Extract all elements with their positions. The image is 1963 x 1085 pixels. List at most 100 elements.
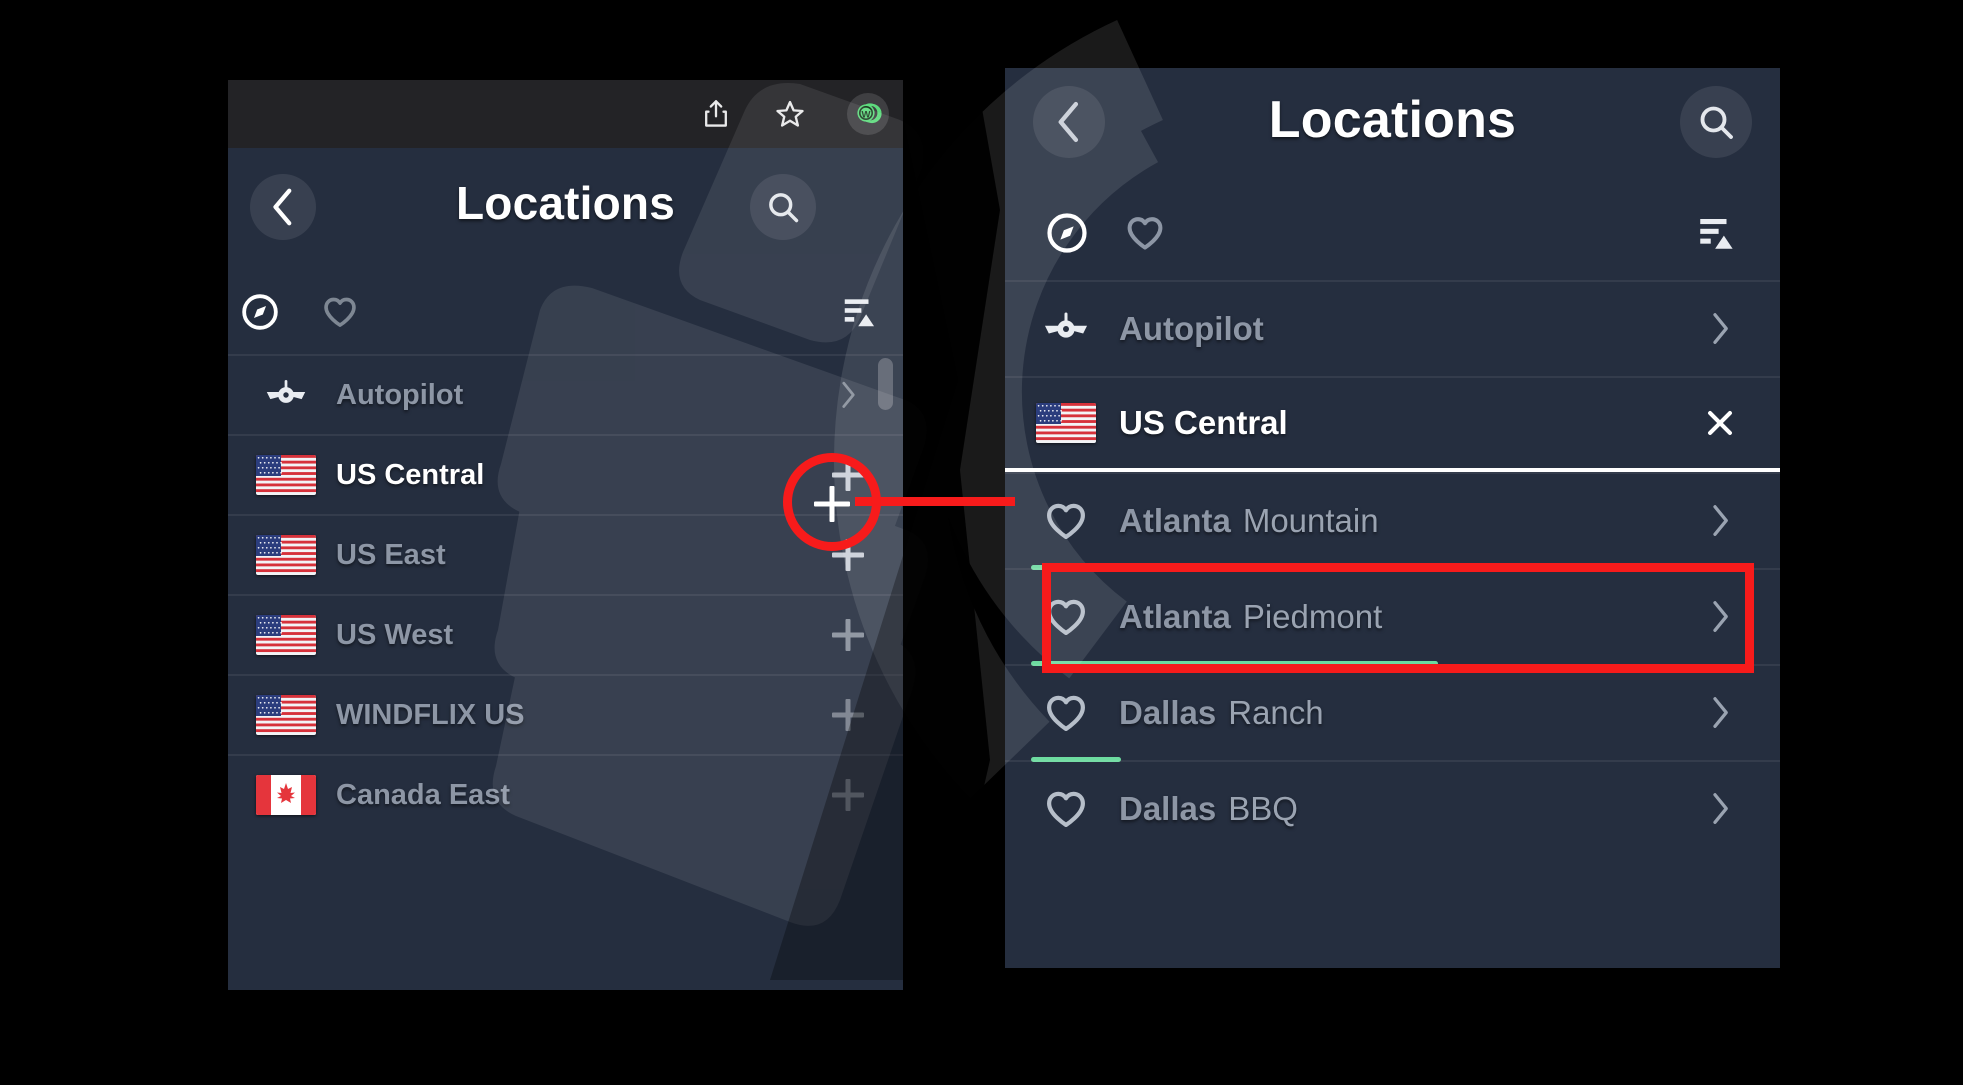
left-panel-header: Locations [228,148,903,276]
row-lead-icon [254,775,318,815]
airplane-icon [266,379,306,403]
flag-us-icon [1036,403,1096,443]
open-button[interactable] [1692,599,1748,634]
open-button[interactable] [1692,791,1748,826]
heart-icon [1047,599,1085,636]
search-button[interactable] [1680,86,1752,158]
row-title: Atlanta [1119,598,1231,635]
row-title: Autopilot [1119,310,1264,347]
list-item[interactable]: US Central [1005,376,1780,472]
list-item[interactable]: Canada East [228,754,903,834]
add-button[interactable] [821,699,875,731]
scrollbar-thumb[interactable] [878,358,893,410]
row-lead-icon[interactable] [1035,594,1097,640]
list-item[interactable]: Dallas BBQ [1005,760,1780,856]
plus-icon [832,699,864,731]
open-button[interactable] [1692,503,1748,538]
row-subtitle: Ranch [1228,694,1324,731]
row-lead-icon[interactable] [1035,498,1097,544]
chevron-right-icon [1713,793,1728,825]
chevron-right-icon [1713,697,1728,729]
row-title: US West [336,618,454,651]
row-lead-icon [254,615,318,655]
share-icon[interactable] [699,97,733,131]
row-subtitle: Piedmont [1242,598,1383,635]
remove-button[interactable] [1692,406,1748,440]
row-title: WINDFLIX US [336,698,525,731]
flag-us-icon [256,615,316,655]
open-button[interactable] [1692,311,1748,346]
flag-ca-icon [256,775,316,815]
flag-us-icon [256,535,316,575]
list-item[interactable]: Dallas Ranch [1005,664,1780,762]
flag-us-icon [256,455,316,495]
screenshot-stage: W Locations Autopilot US Central US East… [0,0,1963,1085]
row-lead-icon [254,455,318,495]
plus-icon [832,459,864,491]
row-lead-icon [254,695,318,735]
row-subtitle: Mountain [1242,502,1379,539]
sort-icon[interactable] [819,276,899,348]
right-phone-panel: Locations Autopilot US Central Atlanta M… [1005,68,1780,968]
row-lead-icon [254,535,318,575]
plus-icon [832,539,864,571]
sidebar-item-compass[interactable] [1027,196,1107,270]
chevron-right-icon [1713,601,1728,633]
add-button[interactable] [821,779,875,811]
sidebar-item-favourites[interactable] [300,276,380,348]
list-item[interactable]: US Central [228,434,903,514]
left-panel-tabs [228,276,903,348]
chevron-right-icon [1713,313,1728,345]
list-item[interactable]: WINDFLIX US [228,674,903,754]
open-button[interactable] [821,380,875,410]
right-panel-tabs [1005,196,1780,270]
row-title: Atlanta [1119,502,1231,539]
bookmark-star-icon[interactable] [773,97,807,131]
sort-icon[interactable] [1676,196,1756,270]
open-button[interactable] [1692,695,1748,730]
left-location-list[interactable]: Autopilot US Central US East US West WIN… [228,354,903,834]
row-title: Dallas [1119,790,1217,827]
row-lead-icon [1035,306,1097,352]
add-button[interactable] [821,459,875,491]
heart-icon [1047,791,1085,828]
chevron-right-icon [842,381,855,409]
right-panel-header: Locations [1005,68,1780,196]
row-title: US Central [336,458,485,491]
list-item[interactable]: Atlanta Mountain [1005,472,1780,570]
row-title: US Central [1119,404,1288,441]
plus-icon [832,619,864,651]
list-item[interactable]: US West [228,594,903,674]
search-button[interactable] [750,174,816,240]
row-lead-icon[interactable] [1035,690,1097,736]
sidebar-item-compass[interactable] [228,276,300,348]
heart-icon [1047,695,1085,732]
right-location-list[interactable]: Autopilot US Central Atlanta Mountain Atl… [1005,280,1780,856]
row-title: Canada East [336,778,511,811]
list-item[interactable]: Atlanta Piedmont [1005,568,1780,666]
add-button[interactable] [821,619,875,651]
page-title: Locations [1268,91,1517,149]
flag-us-icon [256,695,316,735]
list-item[interactable]: US East [228,514,903,594]
list-item[interactable]: Autopilot [1005,280,1780,376]
list-item[interactable]: Autopilot [228,354,903,434]
browser-toolbar: W [228,80,903,148]
row-lead-icon[interactable] [1035,786,1097,832]
windscribe-logo-icon[interactable]: W [847,93,889,135]
sidebar-item-favourites[interactable] [1105,196,1185,270]
left-phone-panel: W Locations Autopilot US Central US East… [228,80,903,990]
add-button[interactable] [821,539,875,571]
row-title: US East [336,538,446,571]
airplane-icon [1044,312,1088,338]
svg-text:W: W [862,109,871,120]
plus-icon [832,779,864,811]
row-subtitle: BBQ [1228,790,1298,827]
heart-icon [1047,503,1085,540]
close-icon [1708,411,1732,435]
row-lead-icon [1035,403,1097,443]
row-title: Dallas [1119,694,1217,731]
chevron-right-icon [1713,505,1728,537]
row-title: Autopilot [336,378,464,411]
row-lead-icon [254,374,318,416]
